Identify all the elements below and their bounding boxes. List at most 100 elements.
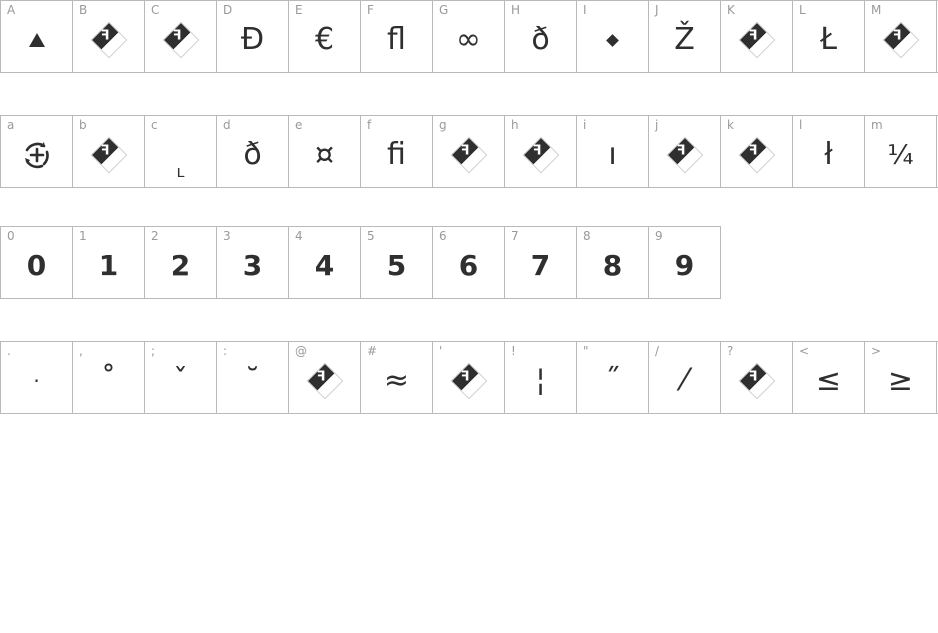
glyph-cell[interactable]: h (505, 116, 577, 188)
glyph-cell[interactable]: < ≤ (793, 342, 865, 414)
glyph-cell[interactable]: > ≥ (865, 342, 937, 414)
glyph-render: ¦ (535, 363, 546, 398)
glyph-cell[interactable]: Ffl (361, 1, 433, 73)
glyph-cell[interactable]: C (145, 1, 217, 73)
glyph-block-punctuation: .·,˚;ˇ:˘@#≈'!¦"˝/⁄?<≤>≥%&Σ*()$∫ (0, 341, 938, 414)
glyph-cell[interactable]: ; ˇ (145, 342, 217, 414)
glyph-cell[interactable]: # ≈ (361, 342, 433, 414)
triangle-glyph (1, 15, 72, 65)
missing-glyph-diamond-icon (882, 21, 919, 59)
glyph-cell[interactable]: 44 (289, 227, 361, 299)
missing-glyph-diamond-icon (505, 130, 576, 180)
glyph-cell[interactable]: 77 (505, 227, 577, 299)
glyph-render: ≥ (887, 363, 914, 398)
glyph-cell[interactable]: lł (793, 116, 865, 188)
glyph-cell[interactable]: 66 (433, 227, 505, 299)
glyph-cell[interactable]: A (1, 1, 73, 73)
glyph-render: fi (387, 137, 406, 172)
missing-glyph-diamond-icon (738, 21, 775, 59)
glyph-cell[interactable]: JŽ (649, 1, 721, 73)
glyph-cell[interactable]: cʟ (145, 116, 217, 188)
missing-glyph-diamond-icon (73, 130, 144, 180)
missing-glyph-diamond-icon (721, 356, 792, 406)
glyph-render: Đ (240, 22, 265, 57)
glyph-cell[interactable]: g (433, 116, 505, 188)
glyph-cell[interactable]: M (865, 1, 937, 73)
refresh-plus-icon (1, 130, 72, 180)
glyph-cell[interactable]: e ¤ (289, 116, 361, 188)
glyph-cell[interactable]: m¼ (865, 116, 937, 188)
glyph-cell[interactable]: ? (721, 342, 793, 414)
glyph-cell[interactable]: 55 (361, 227, 433, 299)
glyph-render: 8 (602, 249, 623, 282)
small-diamond-glyph (606, 33, 619, 47)
missing-glyph-diamond-icon (289, 356, 360, 406)
missing-glyph-diamond-icon (90, 136, 127, 174)
glyph-block-lowercase: abcʟdðe¤ffighiıjklłm¼n½o¾pπqrsštþuvwx×yý… (0, 115, 938, 188)
glyph-render: 0 (26, 249, 47, 282)
glyph-cell[interactable]: 33 (217, 227, 289, 299)
glyph-render: fl (387, 22, 406, 57)
glyph-render: ð (243, 137, 262, 172)
missing-glyph-diamond-icon (145, 15, 216, 65)
glyph-cell[interactable]: b (73, 116, 145, 188)
glyph-cell[interactable]: 11 (73, 227, 145, 299)
glyph-cell[interactable]: : ˘ (217, 342, 289, 414)
glyph-render: ð (531, 22, 550, 57)
glyph-cell[interactable]: DĐ (217, 1, 289, 73)
glyph-cell[interactable]: B (73, 1, 145, 73)
missing-glyph-diamond-icon (450, 136, 487, 174)
glyph-cell[interactable]: / ⁄ (649, 342, 721, 414)
missing-glyph-diamond-icon (865, 15, 936, 65)
missing-glyph-diamond-icon (738, 362, 775, 400)
glyph-cell[interactable]: ! ¦ (505, 342, 577, 414)
glyph-cell[interactable]: G ∞ (433, 1, 505, 73)
glyph-cell[interactable]: iı (577, 116, 649, 188)
missing-glyph-diamond-icon (666, 136, 703, 174)
glyph-cell[interactable]: 00 (1, 227, 73, 299)
missing-glyph-diamond-icon (721, 130, 792, 180)
glyph-cell[interactable]: 99 (649, 227, 721, 299)
glyph-cell[interactable]: j (649, 116, 721, 188)
glyph-render: € (314, 22, 335, 57)
glyph-cell[interactable]: LŁ (793, 1, 865, 73)
glyph-render: ⁄ (681, 363, 687, 398)
glyph-render: ¤ (314, 137, 335, 172)
glyph-render: ˘ (245, 363, 260, 398)
glyph-cell[interactable]: 22 (145, 227, 217, 299)
glyph-render: 7 (530, 249, 551, 282)
glyph-render: ı (608, 137, 617, 172)
glyph-cell[interactable]: k (721, 116, 793, 188)
glyph-cell[interactable]: Hð (505, 1, 577, 73)
missing-glyph-diamond-icon (162, 21, 199, 59)
glyph-cell[interactable]: f fi (361, 116, 433, 188)
glyph-render: 3 (242, 249, 263, 282)
glyph-cell[interactable]: @ (289, 342, 361, 414)
glyph-cell[interactable]: I (577, 1, 649, 73)
glyph-render: ˚ (101, 363, 116, 398)
glyph-cell[interactable]: E € (289, 1, 361, 73)
missing-glyph-diamond-icon (90, 21, 127, 59)
glyph-render: 1 (98, 249, 119, 282)
missing-glyph-diamond-icon (738, 136, 775, 174)
glyph-render: Ž (674, 22, 695, 57)
glyph-render: 6 (458, 249, 479, 282)
missing-glyph-diamond-icon (306, 362, 343, 400)
glyph-cell[interactable]: 88 (577, 227, 649, 299)
glyph-cell[interactable]: K (721, 1, 793, 73)
glyph-cell[interactable]: , ˚ (73, 342, 145, 414)
glyph-cell[interactable]: a (1, 116, 73, 188)
missing-glyph-diamond-icon (73, 15, 144, 65)
glyph-render: ˇ (173, 363, 188, 398)
glyph-cell[interactable]: " ˝ (577, 342, 649, 414)
missing-glyph-diamond-icon (649, 130, 720, 180)
glyph-render: ł (824, 137, 833, 172)
glyph-cell[interactable]: . · (1, 342, 73, 414)
glyph-cell[interactable]: ' (433, 342, 505, 414)
glyph-render: ≤ (815, 363, 842, 398)
glyph-cell[interactable]: dð (217, 116, 289, 188)
glyph-render: Ł (820, 22, 837, 57)
